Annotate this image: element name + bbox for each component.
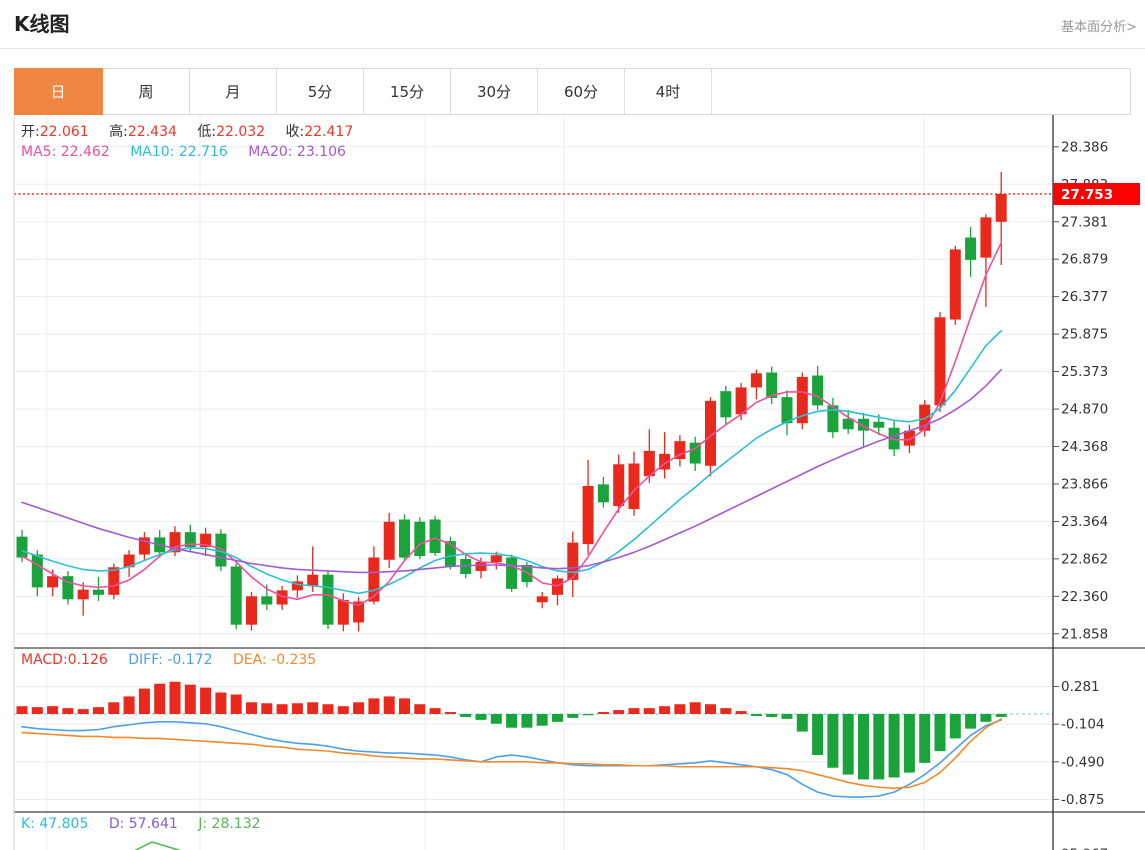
d-value: 57.641 [128,816,178,832]
tab-5min[interactable]: 5分 [277,69,364,114]
open-label: 开: [21,124,40,140]
kdj-j-line-fragment [134,841,182,850]
ma-info-row: MA5: 22.462 MA10: 22.716 MA20: 23.106 [21,144,346,160]
svg-text:27.381: 27.381 [1061,214,1108,230]
tab-60min[interactable]: 60分 [538,69,625,114]
svg-text:23.866: 23.866 [1061,476,1108,492]
ma10-label: MA10: [130,144,175,160]
d-label: D: [108,816,125,832]
svg-text:22.360: 22.360 [1061,589,1108,605]
tab-4hour[interactable]: 4时 [625,69,712,114]
high-value: 22.434 [127,124,177,140]
candles-layer [16,171,1007,632]
kline-chart[interactable]: 28.38627.88327.38126.87926.37725.87525.3… [0,115,1145,850]
close-label: 收: [285,124,305,140]
j-label: J: [198,816,208,832]
low-value: 22.032 [216,124,266,140]
axis-labels: 28.38627.88327.38126.87926.37725.87525.3… [1053,139,1108,850]
macd-label: MACD: [21,652,68,668]
k-value: 47.805 [39,816,89,832]
svg-text:25.373: 25.373 [1061,364,1108,380]
ma-line-ma20 [21,368,1003,574]
svg-text:-0.104: -0.104 [1061,717,1105,733]
svg-text:21.858: 21.858 [1061,626,1108,642]
page-title: K线图 [14,12,70,36]
tab-week[interactable]: 周 [103,69,190,114]
svg-text:25.875: 25.875 [1061,327,1108,343]
svg-text:23.364: 23.364 [1061,514,1108,530]
k-label: K: [21,816,35,832]
ma-line-ma10 [21,329,1003,595]
macd-info-row: MACD:0.126 DIFF: -0.172 DEA: -0.235 [21,652,316,668]
current-price-flag: 27.753 [1053,183,1140,205]
interval-tabs: 日 周 月 5分 15分 30分 60分 4时 [14,68,1131,115]
tab-30min[interactable]: 30分 [451,69,538,114]
ma20-label: MA20: [248,144,293,160]
dea-value: -0.235 [271,652,317,668]
high-label: 高: [109,124,128,140]
dea-line [21,718,1003,790]
kdj-info-row: K: 47.805 D: 57.641 J: 28.132 [21,816,261,832]
kline-page: K线图 基本面分析> 日 周 月 5分 15分 30分 60分 4时 28.38… [0,0,1145,850]
open-value: 22.061 [39,124,89,140]
ma10-value: 22.716 [178,144,228,160]
svg-text:26.879: 26.879 [1061,252,1108,268]
ma5-value: 22.462 [60,144,110,160]
svg-text:95.967: 95.967 [1061,847,1108,850]
divider [0,48,1145,49]
svg-text:28.386: 28.386 [1061,139,1108,155]
diff-value: -0.172 [167,652,213,668]
fundamental-analysis-link[interactable]: 基本面分析> [1061,16,1137,35]
tab-day[interactable]: 日 [14,68,103,115]
svg-text:26.377: 26.377 [1061,289,1108,305]
macd-value: 0.126 [67,652,108,668]
macd-histogram [16,681,1007,780]
j-value: 28.132 [211,816,261,832]
svg-text:-0.875: -0.875 [1061,792,1105,808]
diff-line [21,719,1003,798]
tab-filler [712,69,1130,114]
ma5-label: MA5: [21,144,57,160]
svg-text:22.862: 22.862 [1061,551,1108,567]
svg-text:24.870: 24.870 [1061,402,1108,418]
dea-label: DEA: [232,652,267,668]
svg-text:27.753: 27.753 [1061,187,1113,203]
ohlc-info-row: 开:22.061 高:22.434 低:22.032 收:22.417 [21,121,353,141]
tab-15min[interactable]: 15分 [364,69,451,114]
svg-text:24.368: 24.368 [1061,439,1108,455]
svg-text:-0.490: -0.490 [1061,754,1105,770]
low-label: 低: [197,124,217,140]
svg-text:0.281: 0.281 [1061,679,1100,695]
tab-month[interactable]: 月 [190,69,277,114]
ma20-value: 23.106 [296,144,346,160]
close-value: 22.417 [304,124,354,140]
diff-label: DIFF: [128,652,163,668]
